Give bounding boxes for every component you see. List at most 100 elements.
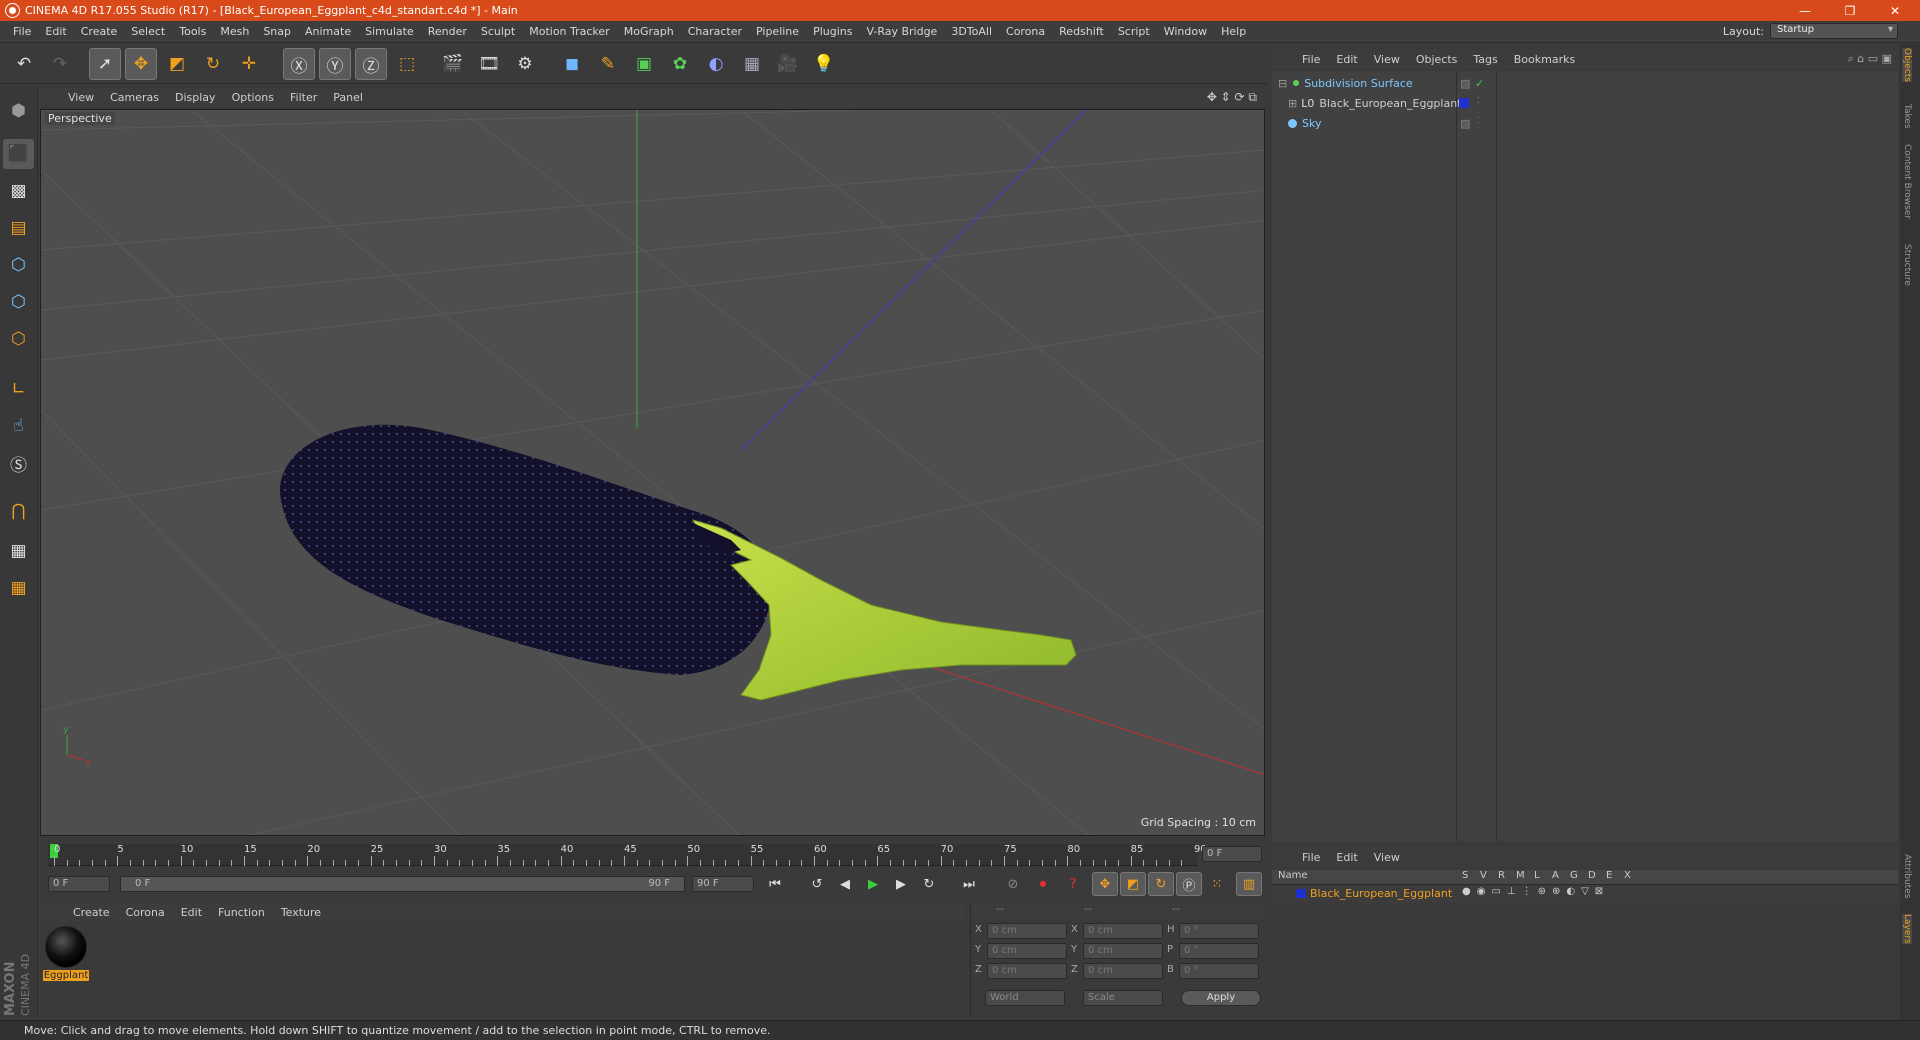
y-axis-lock-icon[interactable]: Ⓨ (319, 48, 351, 80)
light-icon[interactable]: 💡 (808, 48, 840, 80)
menu-motion-tracker[interactable]: Motion Tracker (522, 25, 616, 38)
layout-dropdown[interactable]: Startup (1770, 23, 1898, 39)
layer-column-a[interactable]: A (1552, 870, 1559, 881)
layer-menu-file[interactable]: File (1294, 851, 1328, 864)
z-axis-lock-icon[interactable]: Ⓩ (355, 48, 387, 80)
object-menu-edit[interactable]: Edit (1328, 53, 1365, 66)
menu-mesh[interactable]: Mesh (213, 25, 256, 38)
previous-frame-icon[interactable]: ◀ (832, 872, 858, 896)
start-frame-field[interactable]: 0 F (48, 876, 110, 892)
timeline-ruler[interactable]: 0 5 10 15 20 25 30 35 40 45 50 55 60 65 70 75 80 85 90 0 F (40, 840, 1265, 870)
tab-objects[interactable]: Objects (1902, 48, 1912, 83)
material-menu-create[interactable]: Create (65, 906, 118, 919)
transform-mode-dropdown[interactable]: Scale (1083, 990, 1163, 1006)
texture-mode-icon[interactable]: ▩ (3, 176, 34, 206)
menu-redshift[interactable]: Redshift (1052, 25, 1111, 38)
camera-icon[interactable]: 🎥 (772, 48, 804, 80)
layer-column-m[interactable]: M (1516, 870, 1525, 881)
range-slider[interactable]: 0 F 90 F (120, 876, 685, 892)
move-tool-icon[interactable]: ✥ (125, 48, 157, 80)
layer-column-x[interactable]: X (1624, 870, 1631, 881)
edges-mode-icon[interactable]: ⬡ (3, 287, 34, 317)
coordinate-value-field[interactable]: 0 cm (1083, 943, 1163, 959)
layer-column-e[interactable]: E (1606, 870, 1612, 881)
material-menu-edit[interactable]: Edit (173, 906, 210, 919)
menu-render[interactable]: Render (421, 25, 474, 38)
coordinate-value-field[interactable]: 0 ° (1179, 963, 1259, 979)
object-menu-view[interactable]: View (1366, 53, 1408, 66)
material-menu-texture[interactable]: Texture (273, 906, 329, 919)
render-tag-icon[interactable]: ▨ (1460, 77, 1470, 90)
tab-takes[interactable]: Takes (1902, 104, 1912, 129)
pen-spline-icon[interactable]: ✎ (592, 48, 624, 80)
menu-script[interactable]: Script (1111, 25, 1157, 38)
minimize-button[interactable]: — (1785, 0, 1825, 21)
coordinate-value-field[interactable]: 0 cm (1083, 923, 1163, 939)
scale-tool-icon[interactable]: ◩ (161, 48, 193, 80)
object-menu-bookmarks[interactable]: Bookmarks (1506, 53, 1583, 66)
coordinate-value-field[interactable]: 0 cm (987, 923, 1067, 939)
viewport-menu-cameras[interactable]: Cameras (102, 91, 167, 104)
x-axis-lock-icon[interactable]: Ⓧ (283, 48, 315, 80)
coordinate-system-icon[interactable]: ⬚ (391, 48, 423, 80)
planar-workplane-icon[interactable]: ▦ (3, 573, 34, 603)
layer-column-v[interactable]: V (1480, 870, 1487, 881)
menu-3dtoall[interactable]: 3DToAll (944, 25, 999, 38)
tweak-mode-icon[interactable]: ☝ (3, 411, 34, 441)
menu-sculpt[interactable]: Sculpt (474, 25, 522, 38)
cube-primitive-icon[interactable]: ◼ (556, 48, 588, 80)
menu-simulate[interactable]: Simulate (358, 25, 421, 38)
menu-animate[interactable]: Animate (298, 25, 358, 38)
viewport-nav-icons[interactable]: ✥ ⇕ ⟳ ⧉ (1207, 90, 1257, 105)
object-row-eggplant[interactable]: ⊞ L0 Black_European_Eggplant ⁚ (1272, 94, 1898, 112)
subdivision-surface-icon[interactable]: ▣ (628, 48, 660, 80)
key-parameter-icon[interactable]: Ⓟ (1176, 872, 1202, 896)
magnet-icon[interactable]: ⋂ (3, 496, 34, 526)
end-frame-field[interactable]: 90 F (692, 876, 754, 892)
model-mode-icon[interactable]: ⬛ (3, 139, 34, 169)
undo-icon[interactable]: ↶ (8, 48, 40, 80)
layer-column-s[interactable]: S (1462, 870, 1468, 881)
material-swatch[interactable]: Eggplant (43, 926, 89, 990)
viewport-menu-view[interactable]: View (60, 91, 102, 104)
key-rotation-icon[interactable]: ↻ (1148, 872, 1174, 896)
viewport-menu-display[interactable]: Display (167, 91, 224, 104)
object-row-subdivision-surface[interactable]: ⊟ Subdivision Surface ▨ ✓ (1272, 74, 1898, 92)
sky-tag-icon[interactable]: ▨ (1460, 117, 1470, 130)
next-key-icon[interactable]: ↻ (916, 872, 942, 896)
object-manager-toolbar-icons[interactable]: ⌕ ⌂ ▭ ▣ (1848, 52, 1892, 66)
menu-tools[interactable]: Tools (172, 25, 213, 38)
mograph-cloner-icon[interactable]: ✿ (664, 48, 696, 80)
enabled-check-icon[interactable]: ✓ (1475, 77, 1484, 90)
snap-icon[interactable]: Ⓢ (3, 448, 34, 478)
rotate-tool-icon[interactable]: ↻ (197, 48, 229, 80)
polygons-mode-icon[interactable]: ⬡ (3, 324, 34, 354)
object-menu-objects[interactable]: Objects (1408, 53, 1466, 66)
object-row-sky[interactable]: Sky ▨ ⁚ (1272, 114, 1898, 132)
layer-menu-view[interactable]: View (1366, 851, 1408, 864)
timeline-window-icon[interactable]: ▥ (1236, 872, 1262, 896)
apply-button[interactable]: Apply (1181, 990, 1261, 1006)
layer-column-l[interactable]: L (1534, 870, 1540, 881)
record-keys-icon[interactable]: ⏺ (1030, 872, 1056, 896)
axis-mode-icon[interactable]: ∟ (3, 374, 34, 404)
material-menu-function[interactable]: Function (210, 906, 273, 919)
autokey-icon[interactable]: ? (1060, 872, 1086, 896)
close-button[interactable]: ✕ (1875, 0, 1915, 21)
tab-content-browser[interactable]: Content Browser (1902, 144, 1912, 219)
menu-help[interactable]: Help (1214, 25, 1253, 38)
menu-plugins[interactable]: Plugins (806, 25, 859, 38)
menu-create[interactable]: Create (74, 25, 125, 38)
menu-file[interactable]: File (6, 25, 38, 38)
layer-row[interactable]: Black_European_Eggplant ●◉▭⊥⋮⊛⊕◐▽⊠ (1272, 886, 1898, 902)
menu-corona[interactable]: Corona (999, 25, 1052, 38)
coordinate-value-field[interactable]: 0 ° (1179, 943, 1259, 959)
coordinate-value-field[interactable]: 0 cm (1083, 963, 1163, 979)
material-menu-corona[interactable]: Corona (118, 906, 173, 919)
layer-color-swatch[interactable] (1296, 889, 1306, 898)
keyframe-selection-icon[interactable]: ⊘ (1000, 872, 1026, 896)
menu-snap[interactable]: Snap (256, 25, 298, 38)
menu-edit[interactable]: Edit (38, 25, 73, 38)
render-view-icon[interactable]: 🎬 (437, 48, 469, 80)
key-scale-icon[interactable]: ◩ (1120, 872, 1146, 896)
